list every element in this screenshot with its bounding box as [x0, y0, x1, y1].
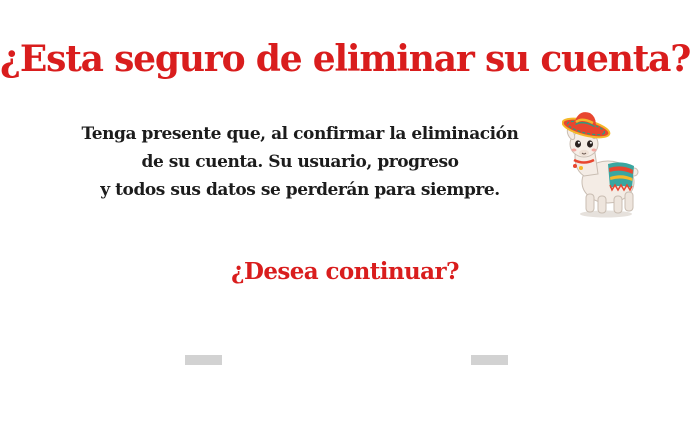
llama-sombrero-icon — [562, 112, 639, 218]
warning-message: Tenga presente que, al confirmar la elim… — [48, 120, 552, 204]
right-action-button[interactable] — [471, 355, 508, 365]
continue-question: ¿Desea continuar? — [231, 258, 459, 285]
dialog-title: ¿Esta seguro de eliminar su cuenta? — [0, 38, 690, 80]
left-action-button[interactable] — [185, 355, 222, 365]
warning-message-line: y todos sus datos se perderán para siemp… — [100, 180, 500, 200]
warning-message-line: de su cuenta. Su usuario, progreso — [141, 152, 459, 172]
warning-message-line: Tenga presente que, al confirmar la elim… — [81, 124, 519, 144]
